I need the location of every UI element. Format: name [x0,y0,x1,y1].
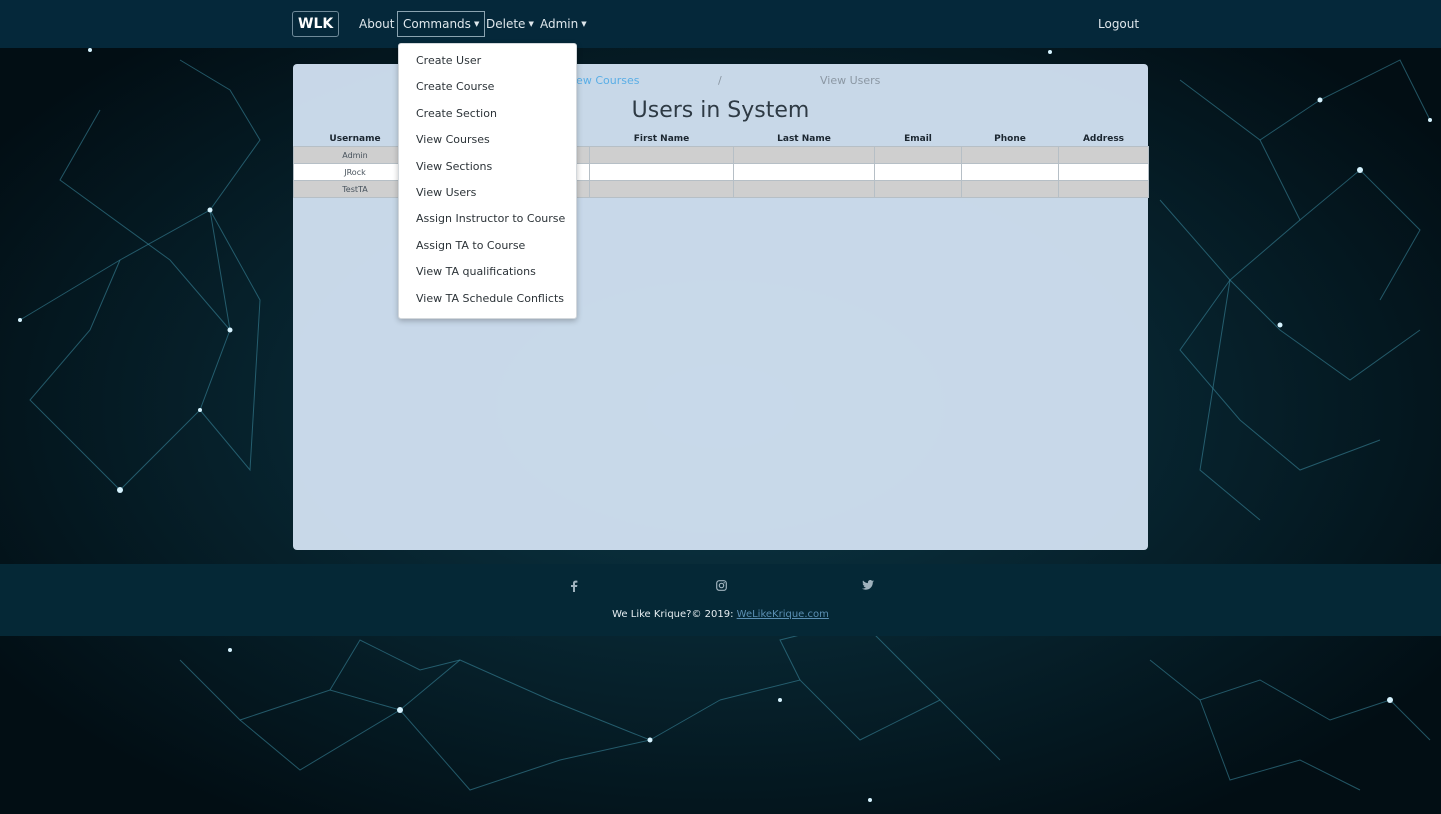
last-name-cell [733,146,875,164]
email-cell [874,180,962,198]
address-cell [1058,146,1149,164]
logout-link[interactable]: Logout [1098,11,1139,37]
last-name-cell [733,180,875,198]
email-cell [874,146,962,164]
top-navbar: WLK About Commands ▼ Delete ▼ Admin ▼ Logou… [0,0,1441,48]
caret-down-icon: ▼ [473,20,480,28]
last-name-cell [733,163,875,181]
caret-down-icon: ▼ [581,20,587,28]
copyright-text: We Like Krique?© 2019: WeLikeKrique.com [0,609,1441,620]
first-name-cell [589,163,734,181]
column-header-address: Address [1082,134,1125,144]
footer-site-link[interactable]: WeLikeKrique.com [737,609,829,620]
phone-cell [961,163,1059,181]
caret-down-icon: ▼ [528,20,534,28]
breadcrumb-separator: / [718,74,722,87]
nav-about-link[interactable]: About [359,11,394,37]
breadcrumb-view-users: View Users [820,74,881,87]
menu-item-view-ta-schedule-conflicts[interactable]: View TA Schedule Conflicts [399,286,576,312]
first-name-cell [589,180,734,198]
column-header-last-name: Last Name [777,134,831,144]
first-name-cell [589,146,734,164]
phone-cell [961,180,1059,198]
facebook-icon[interactable] [566,580,582,595]
column-header-phone: Phone [994,134,1026,144]
menu-item-create-section[interactable]: Create Section [399,101,576,127]
breadcrumb-view-courses[interactable]: iew Courses [573,74,639,87]
menu-item-create-course[interactable]: Create Course [399,74,576,100]
menu-item-create-user[interactable]: Create User [399,48,576,74]
nav-commands-dropdown[interactable]: Commands ▼ [397,11,486,37]
copyright-label: We Like Krique?© 2019: [612,609,737,620]
nav-about-label: About [359,17,395,31]
instagram-icon[interactable] [713,580,729,594]
nav-commands-label: Commands [403,17,471,31]
address-cell [1058,180,1149,198]
address-cell [1058,163,1149,181]
commands-dropdown-menu: Create User Create Course Create Section… [398,43,577,319]
nav-delete-dropdown[interactable]: Delete ▼ [486,11,534,37]
nav-delete-label: Delete [486,17,526,31]
menu-item-assign-ta[interactable]: Assign TA to Course [399,233,576,259]
menu-item-assign-instructor[interactable]: Assign Instructor to Course [399,206,576,232]
brand-logo[interactable]: WLK [292,11,340,37]
column-header-first-name: First Name [633,134,690,144]
menu-item-view-sections[interactable]: View Sections [399,154,576,180]
phone-cell [961,146,1059,164]
email-cell [874,163,962,181]
logout-label: Logout [1098,17,1140,31]
twitter-icon[interactable] [860,580,876,593]
column-header-email: Email [904,134,932,144]
page-footer: We Like Krique?© 2019: WeLikeKrique.com [0,564,1441,636]
nav-admin-dropdown[interactable]: Admin ▼ [540,11,587,37]
menu-item-view-users[interactable]: View Users [399,180,576,206]
nav-admin-label: Admin [540,17,579,31]
menu-item-view-ta-qualifications[interactable]: View TA qualifications [399,259,576,285]
menu-item-view-courses[interactable]: View Courses [399,127,576,153]
